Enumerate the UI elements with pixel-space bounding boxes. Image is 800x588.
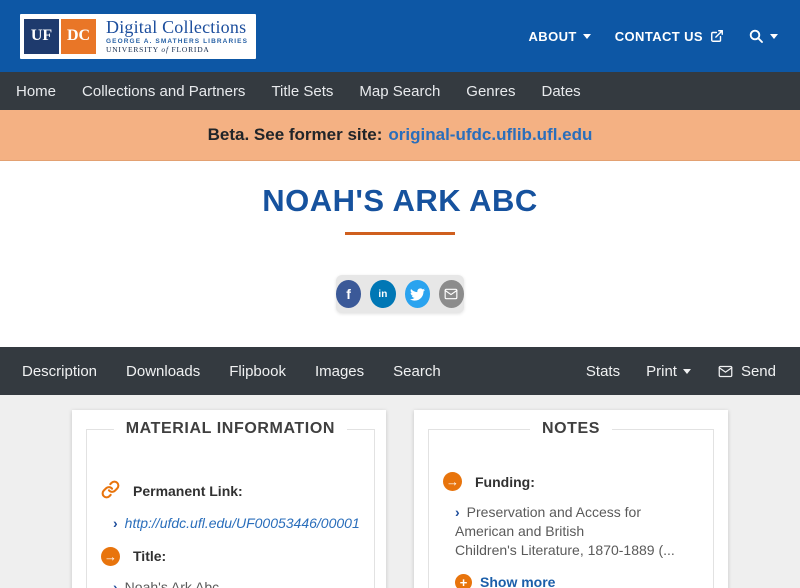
- facebook-share-button[interactable]: f: [336, 280, 362, 308]
- tab-images[interactable]: Images: [315, 363, 364, 380]
- item-toolbar: Description Downloads Flipbook Images Se…: [0, 347, 800, 395]
- linkedin-share-button[interactable]: in: [370, 280, 396, 308]
- tab-flipbook[interactable]: Flipbook: [229, 363, 286, 380]
- toolbar-left-group: Description Downloads Flipbook Images Se…: [22, 363, 441, 380]
- send-button[interactable]: Send: [717, 363, 776, 380]
- site-header: UF DC Digital Collections GEORGE A. SMAT…: [0, 0, 800, 72]
- permanent-link-label: Permanent Link:: [133, 483, 243, 499]
- material-information-heading: MATERIAL INFORMATION: [125, 420, 336, 437]
- chevron-right-icon: ›: [113, 515, 118, 531]
- contact-us-link[interactable]: CONTACT US: [615, 29, 724, 44]
- libraries-label: GEORGE A. SMATHERS LIBRARIES: [106, 37, 249, 45]
- nav-item-map-search[interactable]: Map Search: [359, 83, 440, 100]
- tab-description[interactable]: Description: [22, 363, 97, 380]
- show-more-label: Show more: [480, 574, 556, 588]
- facebook-icon: f: [346, 286, 351, 302]
- linkedin-icon: in: [378, 288, 388, 300]
- envelope-icon: [717, 364, 734, 379]
- tab-search[interactable]: Search: [393, 363, 441, 380]
- permanent-link-value-row: › http://ufdc.ufl.edu/UF00053446/00001: [113, 514, 360, 533]
- material-information-fieldset: MATERIAL INFORMATION Permanent Link: › ht…: [86, 420, 375, 588]
- toolbar-right-group: Stats Print Send: [586, 363, 776, 380]
- ufdc-logo[interactable]: UF DC Digital Collections GEORGE A. SMAT…: [20, 13, 257, 59]
- university-label: UNIVERSITY of FLORIDA: [106, 45, 210, 55]
- arrow-right-circle-icon: →: [443, 472, 462, 491]
- link-icon: [101, 480, 120, 502]
- item-description-area: MATERIAL INFORMATION Permanent Link: › ht…: [0, 395, 800, 588]
- chevron-right-icon: ›: [113, 578, 118, 588]
- funding-value-row: › Preservation and Access for American an…: [455, 503, 699, 560]
- main-nav: Home Collections and Partners Title Sets…: [0, 72, 800, 110]
- notes-card: NOTES → Funding: › Preservation and Acces…: [414, 410, 728, 588]
- search-icon: [748, 28, 764, 44]
- notes-fieldset: NOTES → Funding: › Preservation and Acces…: [428, 420, 714, 588]
- search-menu[interactable]: [748, 28, 778, 44]
- material-information-card: MATERIAL INFORMATION Permanent Link: › ht…: [72, 410, 386, 588]
- plus-circle-icon: +: [455, 573, 472, 588]
- uf-logo-square: UF: [24, 18, 59, 54]
- item-title-section: NOAH'S ARK ABC f in: [0, 161, 800, 347]
- funding-label-row: → Funding:: [443, 472, 699, 491]
- title-divider: [345, 232, 455, 235]
- title-label-row: → Title:: [101, 546, 360, 566]
- chevron-down-icon: [582, 33, 591, 39]
- nav-item-title-sets[interactable]: Title Sets: [271, 83, 333, 100]
- notes-heading: NOTES: [541, 420, 601, 437]
- chevron-right-icon: ›: [455, 504, 460, 520]
- permanent-link-value[interactable]: http://ufdc.ufl.edu/UF00053446/00001: [125, 515, 360, 531]
- print-menu[interactable]: Print: [646, 363, 691, 380]
- header-menu: ABOUT CONTACT US: [529, 28, 778, 44]
- nav-item-genres[interactable]: Genres: [466, 83, 515, 100]
- site-title: Digital Collections: [106, 16, 247, 37]
- permanent-link-label-row: Permanent Link:: [101, 480, 360, 502]
- envelope-icon: [444, 287, 458, 301]
- cards-row: MATERIAL INFORMATION Permanent Link: › ht…: [72, 410, 728, 588]
- arrow-right-circle-icon: →: [101, 546, 120, 566]
- stats-button[interactable]: Stats: [586, 363, 620, 380]
- uf-logo-letters: UF: [30, 27, 53, 44]
- twitter-share-button[interactable]: [404, 280, 430, 308]
- beta-banner: Beta. See former site: original-ufdc.ufl…: [0, 110, 800, 161]
- beta-message: Beta. See former site:: [207, 125, 383, 144]
- social-share-bar: f in: [336, 275, 464, 313]
- funding-label: Funding:: [475, 473, 535, 490]
- chevron-down-icon: [770, 33, 778, 39]
- funding-value-line1: Preservation and Access for American and…: [455, 504, 641, 539]
- title-value-row: › Noah's Ark Abc: [113, 578, 360, 588]
- email-share-button[interactable]: [438, 280, 464, 308]
- title-label: Title:: [133, 548, 167, 565]
- twitter-icon: [409, 287, 425, 302]
- former-site-link[interactable]: original-ufdc.uflib.ufl.edu: [388, 125, 592, 145]
- funding-value-line2: Children's Literature, 1870-1889 (...: [455, 541, 675, 558]
- external-link-icon: [710, 29, 724, 43]
- nav-item-home[interactable]: Home: [16, 83, 56, 100]
- logo-text-block: Digital Collections GEORGE A. SMATHERS L…: [106, 16, 249, 55]
- chevron-down-icon: [682, 368, 691, 374]
- nav-item-dates[interactable]: Dates: [541, 83, 580, 100]
- show-more-button[interactable]: + Show more: [455, 573, 699, 588]
- about-menu[interactable]: ABOUT: [529, 29, 591, 44]
- page-title: NOAH'S ARK ABC: [262, 183, 538, 218]
- title-value: Noah's Ark Abc: [124, 578, 220, 588]
- dc-logo-square: DC: [61, 18, 96, 54]
- nav-item-collections-and-partners[interactable]: Collections and Partners: [82, 83, 245, 100]
- dc-logo-letters: DC: [66, 27, 91, 44]
- tab-downloads[interactable]: Downloads: [126, 363, 200, 380]
